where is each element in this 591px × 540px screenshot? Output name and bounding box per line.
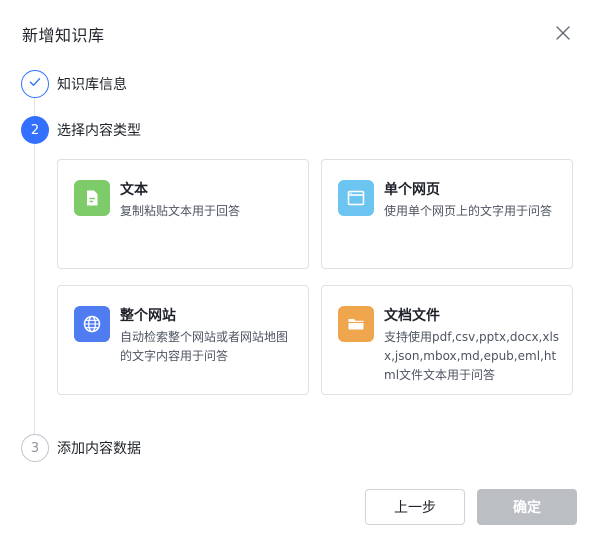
confirm-button[interactable]: 确定 (477, 489, 577, 525)
new-knowledge-base-dialog: 新增知识库 知识库信息 2 选择内容类型 文本 复制粘贴文本用于回答 单个网页 … (0, 0, 591, 540)
step-1-label: 知识库信息 (57, 77, 127, 93)
card-description: 使用单个网页上的文字用于问答 (384, 204, 553, 218)
check-icon (28, 75, 42, 93)
step-connector (34, 144, 35, 434)
card-description: 自动检索整个网站或者网站地图的文字内容用于问答 (120, 330, 289, 363)
webpage-icon (338, 180, 374, 216)
step-3-indicator: 3 (21, 434, 49, 462)
card-description: 支持使用pdf,csv,pptx,docx,xlsx,json,mbox,md,… (384, 330, 560, 382)
card-title: 文本 (120, 182, 148, 198)
step-1-indicator (21, 70, 49, 98)
card-description: 复制粘贴文本用于回答 (120, 204, 241, 218)
content-type-card-document[interactable]: 文档文件 支持使用pdf,csv,pptx,docx,xlsx,json,mbo… (321, 285, 573, 395)
content-type-card-text[interactable]: 文本 复制粘贴文本用于回答 (57, 159, 309, 269)
step-2-label: 选择内容类型 (57, 123, 141, 139)
folder-icon (338, 306, 374, 342)
step-2-indicator: 2 (21, 116, 49, 144)
card-title: 整个网站 (120, 308, 176, 324)
step-3-label: 添加内容数据 (57, 441, 141, 457)
card-title: 文档文件 (384, 308, 440, 324)
content-type-card-webpage[interactable]: 单个网页 使用单个网页上的文字用于问答 (321, 159, 573, 269)
step-2-number: 2 (30, 122, 40, 138)
previous-step-button[interactable]: 上一步 (365, 489, 465, 525)
step-connector (34, 98, 35, 116)
card-title: 单个网页 (384, 182, 440, 198)
dialog-title: 新增知识库 (22, 26, 105, 45)
globe-icon (74, 306, 110, 342)
content-type-card-website[interactable]: 整个网站 自动检索整个网站或者网站地图的文字内容用于问答 (57, 285, 309, 395)
close-icon[interactable] (553, 23, 573, 43)
document-icon (74, 180, 110, 216)
step-3-number: 3 (30, 440, 40, 456)
